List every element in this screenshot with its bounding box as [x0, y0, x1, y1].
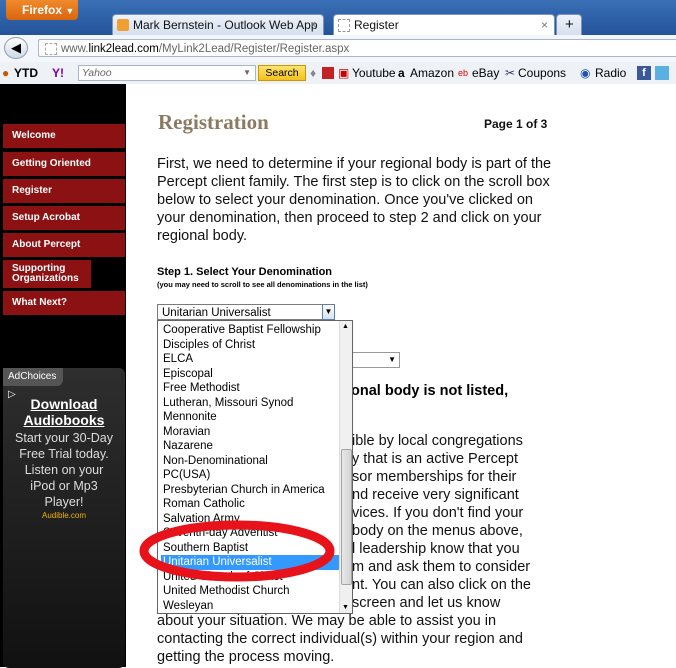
tab-register[interactable]: Register ×: [333, 14, 555, 35]
ytd-button[interactable]: YTD: [14, 62, 38, 84]
bookmark-ebay[interactable]: eBay: [472, 62, 499, 84]
outlook-icon: [117, 19, 129, 31]
chevron-down-icon: ▼: [388, 355, 396, 364]
not-listed-paragraph: ible by local congregations y that is an…: [352, 433, 531, 611]
bookmark-icon: [322, 67, 334, 79]
ebay-icon: eb: [458, 68, 469, 78]
site-identity-icon: [45, 43, 57, 55]
sidebar-item-register[interactable]: Register: [3, 179, 125, 203]
dropdown-option[interactable]: United Methodist Church: [161, 584, 341, 599]
dropdown-option[interactable]: Disciples of Christ: [161, 338, 341, 353]
not-listed-heading: onal body is not listed,: [351, 383, 509, 399]
back-button[interactable]: ◀: [4, 37, 28, 59]
dropdown-option[interactable]: Episcopal: [161, 367, 341, 382]
intro-paragraph: First, we need to determine if your regi…: [157, 156, 552, 244]
highlight-ellipse: [139, 520, 335, 582]
firefox-menu-button[interactable]: Firefox ▼: [6, 0, 78, 20]
dropdown-button[interactable]: ▼: [322, 304, 335, 320]
page-title: Registration: [158, 110, 269, 134]
dropdown-option[interactable]: ELCA: [161, 352, 341, 367]
dropdown-option[interactable]: Mennonite: [161, 410, 341, 425]
back-arrow-icon: ◀: [11, 40, 21, 55]
ad-title[interactable]: Download Audiobooks: [3, 396, 125, 428]
step1-hint: (you may need to scroll to see all denom…: [157, 280, 368, 289]
scroll-down-icon[interactable]: ▼: [342, 604, 349, 611]
sidebar-item-setup-acrobat[interactable]: Setup Acrobat: [3, 206, 125, 230]
scrollbar-thumb[interactable]: [341, 449, 352, 585]
bookmark-radio[interactable]: Radio: [595, 62, 626, 84]
chevron-down-icon: ▼: [324, 307, 333, 316]
ytd-logo-icon: ●: [2, 66, 10, 80]
chevron-down-icon: ▼: [65, 6, 75, 16]
dropdown-option[interactable]: Presbyterian Church in America: [161, 483, 341, 498]
dropdown-option[interactable]: Wesleyan: [161, 599, 341, 614]
search-input[interactable]: Yahoo ▼: [78, 65, 256, 81]
tail-paragraph: about your situation. We may be able to …: [157, 613, 523, 665]
dropdown-option[interactable]: Cooperative Baptist Fellowship: [161, 323, 341, 338]
sidebar-item-getting-oriented[interactable]: Getting Oriented: [3, 152, 125, 176]
radio-icon: ◉: [580, 66, 591, 80]
sidebar-item-welcome[interactable]: Welcome: [3, 124, 125, 148]
addon-toolbar: ● YTD Y! Yahoo ▼ Search ♦ ▣ Youtube a Ama…: [0, 62, 676, 85]
highlight-circle: [139, 520, 335, 582]
page-indicator: Page 1 of 3: [484, 117, 548, 131]
dropdown-option[interactable]: Lutheran, Missouri Synod: [161, 396, 341, 411]
ad-source[interactable]: Audible.com: [3, 511, 125, 520]
yahoo-icon: Y!: [52, 66, 64, 80]
amazon-icon: a: [398, 66, 405, 80]
adchoices-icon: ▷: [8, 389, 16, 400]
facebook-icon[interactable]: f: [637, 66, 651, 80]
twitter-icon[interactable]: [655, 66, 669, 80]
sidebar-item-what-next[interactable]: What Next?: [3, 291, 125, 315]
dropdown-option[interactable]: Nazarene: [161, 439, 341, 454]
sidebar-item-supporting-organizations[interactable]: Supporting Organizations: [3, 260, 91, 288]
page-icon: [338, 19, 350, 32]
search-button[interactable]: Search: [258, 65, 306, 81]
dropdown-scrollbar[interactable]: ▲ ▼: [339, 321, 352, 613]
adchoices-label[interactable]: AdChoices ▷: [3, 368, 63, 400]
dropdown-option[interactable]: Roman Catholic: [161, 497, 341, 512]
bookmark-coupons[interactable]: Coupons: [518, 62, 566, 84]
separator-icon: ♦: [310, 66, 317, 80]
dropdown-option[interactable]: PC(USA): [161, 468, 341, 483]
bookmark-youtube[interactable]: Youtube: [352, 62, 396, 84]
new-tab-button[interactable]: +: [556, 14, 582, 35]
ad-body: Start your 30-Day Free Trial today. List…: [15, 431, 113, 509]
tab-outlook[interactable]: Mark Bernstein - Outlook Web App ×: [112, 14, 324, 35]
close-tab-icon[interactable]: ×: [310, 15, 317, 35]
dropdown-option[interactable]: Non-Denominational: [161, 454, 341, 469]
youtube-icon: ▣: [338, 66, 350, 80]
chevron-down-icon: ▼: [243, 68, 251, 77]
scroll-up-icon[interactable]: ▲: [342, 323, 349, 330]
sidebar-item-about-percept[interactable]: About Percept: [3, 233, 125, 257]
audiobooks-ad[interactable]: Download Audiobooks Start your 30-Day Fre…: [3, 368, 125, 668]
url-bar[interactable]: www.link2lead.com/MyLink2Lead/Register/R…: [38, 39, 676, 57]
coupons-icon: ✂: [505, 66, 516, 80]
denomination-select[interactable]: Unitarian Universalist: [157, 304, 335, 320]
step1-title: Step 1. Select Your Denomination: [157, 266, 333, 278]
bookmark-amazon[interactable]: Amazon: [410, 62, 454, 84]
dropdown-option[interactable]: Free Methodist: [161, 381, 341, 396]
dropdown-option[interactable]: Moravian: [161, 425, 341, 440]
close-tab-icon[interactable]: ×: [541, 15, 548, 35]
